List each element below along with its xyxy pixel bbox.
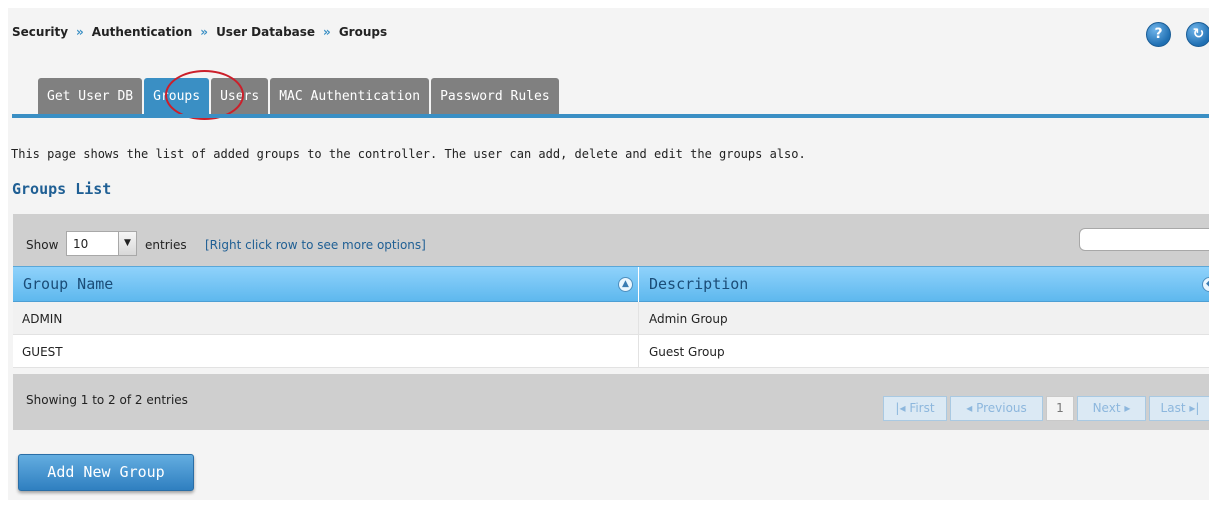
tab-bar: Get User DB Groups Users MAC Authenticat… [38,77,561,116]
entries-per-page-select[interactable]: 10 ▼ [66,231,137,256]
add-new-group-button[interactable]: Add New Group [18,454,194,491]
tab-password-rules[interactable]: Password Rules [431,78,559,116]
groups-table: Group Name ▲ Description ◆ ADMIN Admin G… [13,266,1209,368]
column-divider [638,302,639,335]
show-label: Show [26,238,59,252]
tab-get-user-db[interactable]: Get User DB [38,78,143,116]
sort-icon[interactable]: ◆ [1202,277,1209,292]
cell-description: Admin Group [649,312,728,326]
page-description: This page shows the list of added groups… [11,147,806,161]
breadcrumb-security[interactable]: Security [12,25,68,39]
breadcrumb-authentication[interactable]: Authentication [92,25,193,39]
breadcrumb-separator: » [76,25,84,39]
entries-per-page-value: 10 [73,237,89,251]
pager-last-label: Last [1160,401,1186,415]
search-input[interactable] [1079,228,1209,251]
groups-list-title: Groups List [12,180,112,198]
breadcrumb: Security » Authentication » User Database » Gr… [12,25,387,39]
pager-page-button[interactable]: 1 [1046,396,1074,421]
tab-mac-authentication[interactable]: MAC Authentication [270,78,430,116]
column-divider [638,335,639,368]
tab-divider [12,114,1209,118]
table-header: Group Name ▲ Description ◆ [13,266,1209,302]
help-icon[interactable]: ? [1146,22,1171,47]
table-row[interactable]: ADMIN Admin Group [13,302,1209,335]
pager-previous-label: Previous [976,401,1027,415]
breadcrumb-groups: Groups [338,25,388,39]
table-row[interactable]: GUEST Guest Group [13,335,1209,368]
tab-users[interactable]: Users [211,78,269,116]
column-header-description[interactable]: Description [649,267,748,302]
chevron-down-icon[interactable]: ▼ [118,232,136,255]
table-toolbar: Show 10 ▼ entries [Right click row to se… [13,214,1209,266]
column-divider [638,267,639,302]
cell-group-name: GUEST [22,345,63,359]
cell-group-name: ADMIN [22,312,63,326]
last-page-icon: ▸| [1189,401,1200,415]
pager-last-button[interactable]: Last ▸| [1149,396,1209,421]
first-page-icon: |◂ [895,401,906,415]
entries-info: Showing 1 to 2 of 2 entries [26,393,188,407]
refresh-icon[interactable]: ↻ [1186,22,1209,47]
breadcrumb-user-database[interactable]: User Database [216,25,315,39]
pager-next-label: Next [1092,401,1121,415]
pager-first-label: First [909,401,935,415]
tab-groups[interactable]: Groups [144,78,210,116]
page: Security » Authentication » User Database » Gr… [8,8,1209,500]
entries-label: entries [145,238,187,252]
pager-previous-button[interactable]: ◂ Previous [950,396,1043,421]
previous-page-icon: ◂ [966,401,973,415]
breadcrumb-separator: » [200,25,209,39]
column-header-group-name[interactable]: Group Name [23,267,113,302]
pager-next-button[interactable]: Next ▸ [1077,396,1146,421]
next-page-icon: ▸ [1124,401,1131,415]
cell-description: Guest Group [649,345,725,359]
breadcrumb-separator: » [323,25,331,39]
table-footer: Showing 1 to 2 of 2 entries |◂ First ◂ P… [13,374,1209,430]
right-click-hint: [Right click row to see more options] [205,238,426,252]
sort-ascending-icon[interactable]: ▲ [618,277,633,292]
pager-first-button[interactable]: |◂ First [883,396,947,421]
